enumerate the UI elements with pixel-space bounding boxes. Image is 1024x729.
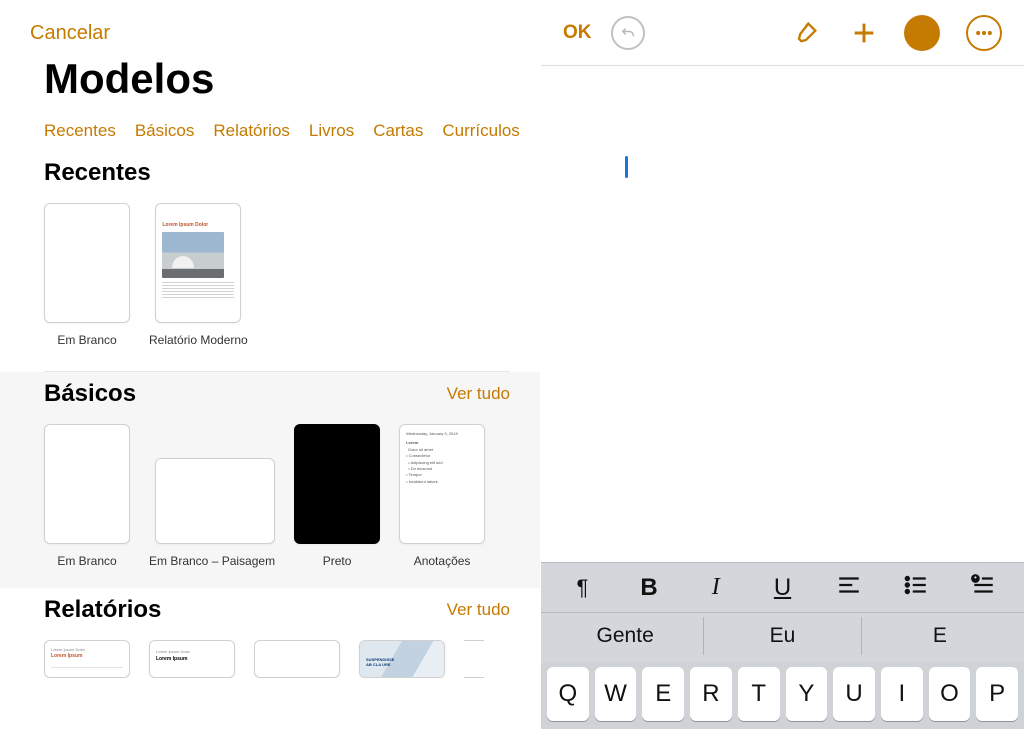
suggestion-2[interactable]: Eu — [704, 617, 861, 655]
key-w[interactable]: W — [595, 667, 637, 721]
template-notes[interactable]: Wednesday, January 9, 2019 Lorem Dolor s… — [399, 424, 485, 568]
template-blank[interactable]: Em Branco — [44, 203, 130, 347]
document-canvas[interactable] — [541, 66, 1024, 562]
key-e[interactable]: E — [642, 667, 684, 721]
undo-button[interactable] — [610, 15, 646, 51]
tab-curriculos[interactable]: Currículos — [442, 121, 519, 141]
keyboard-row-1: Q W E R T Y U I O P — [541, 663, 1024, 729]
template-label: Em Branco — [57, 554, 116, 568]
template-chooser-panel: Cancelar Modelos Recentes Básicos Relató… — [0, 0, 540, 729]
predictive-bar: Gente Eu E — [541, 613, 1024, 663]
section-title-basicos: Básicos — [44, 380, 136, 408]
key-q[interactable]: Q — [547, 667, 589, 721]
tab-recentes[interactable]: Recentes — [44, 121, 116, 141]
section-relatorios: Relatórios Ver tudo Lorem Ipsum Dolor Lo… — [0, 588, 540, 678]
key-i[interactable]: I — [881, 667, 923, 721]
category-tabs: Recentes Básicos Relatórios Livros Carta… — [0, 105, 540, 151]
section-recentes: Recentes Em Branco Lorem Ipsum Dolor Rel… — [0, 151, 540, 357]
tab-relatorios[interactable]: Relatórios — [213, 121, 290, 141]
more-button[interactable] — [966, 15, 1002, 51]
thumbnail-report-1: Lorem Ipsum Dolor Lorem Ipsum — [44, 640, 130, 678]
collaborate-button[interactable] — [904, 15, 940, 51]
see-all-relatorios[interactable]: Ver tudo — [447, 600, 510, 620]
thumbnail-report-4: SUSPENDISSEAB CLA URE — [359, 640, 445, 678]
list-icon — [903, 572, 929, 598]
template-report-5[interactable] — [464, 640, 484, 678]
template-report-3[interactable] — [254, 640, 340, 678]
page-title: Modelos — [0, 49, 540, 105]
thumbnail-report-2: Lorem Ipsum Dolor Lorem Ipsum — [149, 640, 235, 678]
keyboard-area: ¶ B I U Gente Eu E Q W E R T Y — [541, 562, 1024, 729]
key-t[interactable]: T — [738, 667, 780, 721]
section-basicos: Básicos Ver tudo Em Branco Em Branco – P… — [0, 372, 540, 588]
ellipsis-icon — [974, 23, 994, 43]
section-title-recentes: Recentes — [44, 159, 151, 187]
template-label: Em Branco — [57, 333, 116, 347]
thumbnail-blank — [44, 203, 130, 323]
editor-toolbar: OK — [541, 0, 1024, 66]
italic-button[interactable]: I — [682, 574, 749, 601]
bullet-list-button[interactable] — [883, 572, 950, 604]
tab-basicos[interactable]: Básicos — [135, 121, 195, 141]
thumbnail-report-3 — [254, 640, 340, 678]
template-black[interactable]: Preto — [294, 424, 380, 568]
template-report-4[interactable]: SUSPENDISSEAB CLA URE — [359, 640, 445, 678]
tab-livros[interactable]: Livros — [309, 121, 354, 141]
align-left-icon — [836, 572, 862, 598]
template-label: Relatório Moderno — [149, 333, 248, 347]
section-title-relatorios: Relatórios — [44, 596, 161, 624]
template-label: Anotações — [414, 554, 471, 568]
cancel-button[interactable]: Cancelar — [0, 0, 540, 49]
text-cursor — [625, 156, 628, 178]
tab-cartas[interactable]: Cartas — [373, 121, 423, 141]
template-modern-report[interactable]: Lorem Ipsum Dolor Relatório Moderno — [149, 203, 248, 347]
template-report-2[interactable]: Lorem Ipsum Dolor Lorem Ipsum — [149, 640, 235, 678]
format-shortcut-bar: ¶ B I U — [541, 563, 1024, 613]
insert-block-icon — [970, 572, 996, 598]
suggestion-1[interactable]: Gente — [547, 617, 704, 655]
suggestion-3[interactable]: E — [862, 617, 1018, 655]
person-icon — [911, 22, 933, 44]
template-report-1[interactable]: Lorem Ipsum Dolor Lorem Ipsum — [44, 640, 130, 678]
thumbnail-blank-landscape — [155, 458, 275, 544]
pilcrow-button[interactable]: ¶ — [549, 575, 616, 601]
insert-block-button[interactable] — [949, 572, 1016, 604]
thumbnail-black — [294, 424, 380, 544]
thumbnail-notes: Wednesday, January 9, 2019 Lorem Dolor s… — [399, 424, 485, 544]
template-label: Em Branco – Paisagem — [149, 554, 275, 568]
template-blank2[interactable]: Em Branco — [44, 424, 130, 568]
underline-button[interactable]: U — [749, 574, 816, 602]
key-p[interactable]: P — [976, 667, 1018, 721]
align-button[interactable] — [816, 572, 883, 604]
key-y[interactable]: Y — [786, 667, 828, 721]
done-button[interactable]: OK — [563, 22, 592, 44]
thumbnail-modern-report: Lorem Ipsum Dolor — [155, 203, 241, 323]
document-editor-panel: OK — [540, 0, 1024, 729]
plus-icon — [850, 19, 878, 47]
bold-button[interactable]: B — [616, 574, 683, 602]
thumbnail-report-5 — [464, 640, 484, 678]
key-u[interactable]: U — [833, 667, 875, 721]
key-o[interactable]: O — [929, 667, 971, 721]
insert-button[interactable] — [846, 15, 882, 51]
undo-icon — [611, 16, 645, 50]
template-blank-landscape[interactable]: Em Branco – Paisagem — [149, 458, 275, 568]
key-r[interactable]: R — [690, 667, 732, 721]
template-label: Preto — [323, 554, 352, 568]
format-brush-button[interactable] — [788, 15, 824, 51]
see-all-basicos[interactable]: Ver tudo — [447, 384, 510, 404]
thumbnail-blank — [44, 424, 130, 544]
brush-icon — [792, 19, 820, 47]
